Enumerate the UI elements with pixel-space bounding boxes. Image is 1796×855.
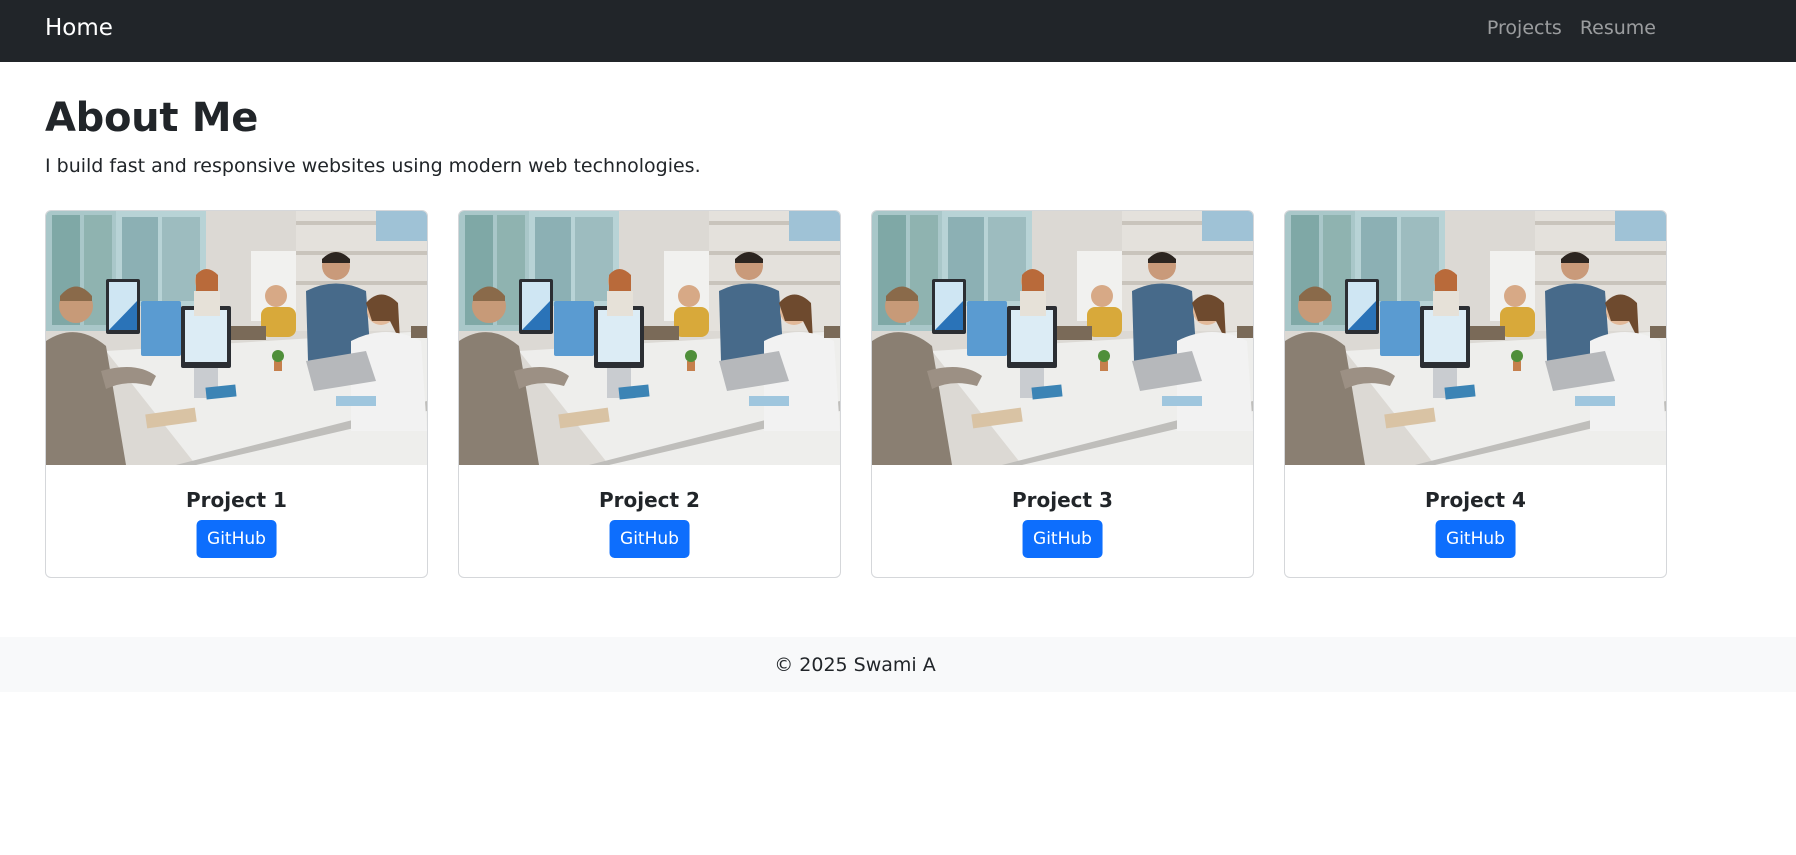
nav-link-projects[interactable]: Projects [1487, 16, 1562, 40]
github-button[interactable]: GitHub [1022, 520, 1103, 558]
project-image [46, 211, 427, 465]
project-title: Project 1 [186, 488, 287, 512]
footer: © 2025 Swami A [0, 637, 1796, 692]
nav-link-resume[interactable]: Resume [1580, 16, 1656, 40]
page-title: About Me [45, 95, 259, 141]
project-cards: Project 1 GitHub Project 2 GitHub Projec… [45, 210, 1667, 578]
intro-text: I build fast and responsive websites usi… [45, 155, 701, 177]
navbar: Home Projects Resume [0, 0, 1796, 62]
nav-links: Projects Resume [1487, 16, 1656, 40]
project-card: Project 4 GitHub [1284, 210, 1667, 578]
project-title: Project 4 [1425, 488, 1526, 512]
home-link[interactable]: Home [45, 13, 113, 43]
project-image [1285, 211, 1666, 465]
project-title: Project 2 [599, 488, 700, 512]
footer-copyright: © 2025 Swami A [774, 654, 936, 676]
project-card: Project 1 GitHub [45, 210, 428, 578]
project-image [872, 211, 1253, 465]
project-card: Project 3 GitHub [871, 210, 1254, 578]
github-button[interactable]: GitHub [609, 520, 690, 558]
github-button[interactable]: GitHub [196, 520, 277, 558]
project-image [459, 211, 840, 465]
project-card: Project 2 GitHub [458, 210, 841, 578]
github-button[interactable]: GitHub [1435, 520, 1516, 558]
project-title: Project 3 [1012, 488, 1113, 512]
